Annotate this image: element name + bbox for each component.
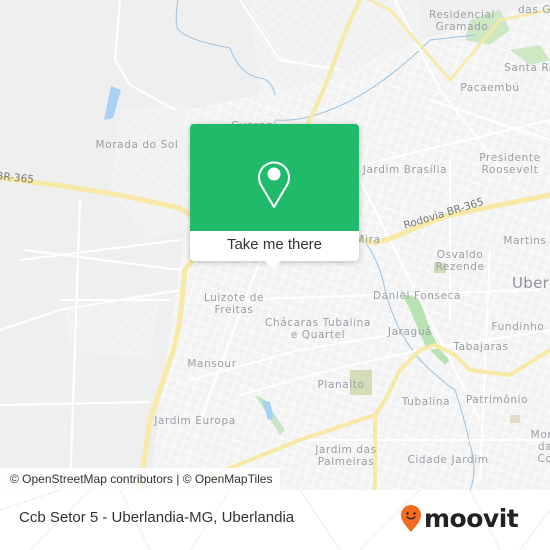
label-mira: Mira (355, 234, 381, 246)
popup-tail (265, 261, 281, 269)
label-patrimonio: Patrimônio (465, 394, 529, 406)
label-jaragua: Jaraguá (387, 326, 433, 338)
popup-header (190, 124, 359, 231)
location-title: Ccb Setor 5 - Uberlandia-MG, Uberlandia (19, 509, 295, 526)
moovit-wordmark: moovit (424, 504, 519, 533)
map-attribution[interactable]: © OpenStreetMap contributors | © OpenMap… (0, 468, 281, 490)
take-me-there-button[interactable]: Take me there (190, 231, 359, 261)
label-luizote-de-freitas: Luizote de Freitas (203, 292, 265, 316)
label-tabajaras: Tabajaras (453, 341, 509, 353)
label-jardim-brasilia: Jardim Brasília (362, 164, 448, 176)
label-planalto: Planalto (317, 379, 365, 391)
label-city-uberlandia: Uber (512, 274, 550, 292)
label-tubalina: Tubalina (401, 396, 451, 408)
footer: Ccb Setor 5 - Uberlandia-MG, Uberlandia … (0, 490, 550, 550)
label-morada-colina: Mora da Co (530, 429, 550, 465)
destination-popup: Take me there (190, 124, 359, 269)
label-jardim-das-palmeiras: Jardim das Palmeiras (315, 444, 377, 468)
moovit-pin-icon (401, 505, 421, 532)
label-osvaldo-rezende: Osvaldo Rezende (435, 249, 485, 273)
label-chacaras-tubalina: Chácaras Tubalina e Quartel (265, 317, 371, 341)
map-pin-icon (258, 161, 290, 208)
map[interactable]: Residencial Gramado das Gr Santa Ro Paca… (0, 0, 550, 490)
label-martins: Martins (503, 235, 547, 247)
block-patrimonio (510, 415, 520, 423)
label-das-gr: das Gr (518, 4, 550, 16)
lake (104, 86, 121, 120)
label-residencial-gramado: Residencial Gramado (428, 9, 496, 33)
label-morada-do-sol: Morada do Sol (95, 139, 179, 151)
label-cidade-jardim: Cidade Jardim (407, 454, 489, 466)
urban-area-morada (110, 105, 190, 240)
label-presidente-roosevelt: Presidente Roosevelt (479, 152, 541, 176)
label-daniel-fonseca: Daniel Fonseca (372, 290, 462, 302)
moovit-logo[interactable]: moovit (400, 504, 519, 534)
label-jardim-europa: Jardim Europa (154, 415, 236, 427)
label-fundinho: Fundinho (491, 321, 545, 333)
label-mansour: Mansour (187, 358, 237, 370)
label-pacaembu: Pacaembú (460, 82, 520, 94)
label-santa-ro: Santa Ro (504, 62, 550, 74)
